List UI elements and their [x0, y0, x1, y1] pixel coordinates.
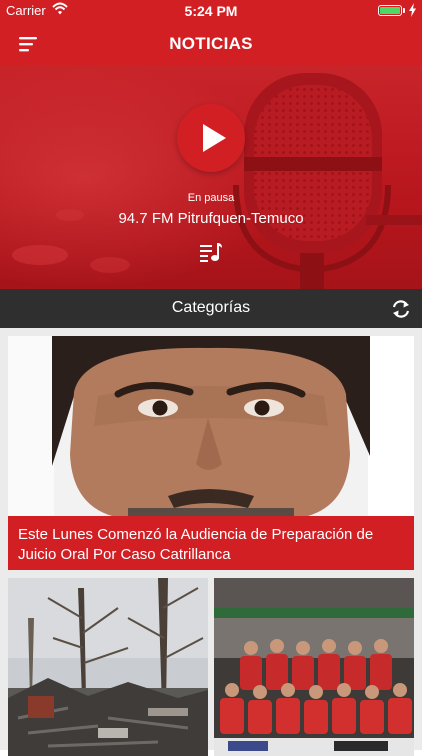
featured-news-photo — [8, 336, 414, 516]
nav-bar: NOTICIAS — [0, 22, 422, 65]
news-card[interactable] — [214, 578, 414, 756]
categories-bar[interactable]: Categorías — [0, 289, 422, 328]
play-icon — [203, 124, 226, 152]
status-bar: Carrier 5:24 PM — [0, 0, 422, 22]
news-feed: Este Lunes Comenzó la Audiencia de Prepa… — [0, 328, 422, 756]
battery-icon — [378, 5, 402, 16]
radio-player: En pausa 94.7 FM Pitrufquen-Temuco — [0, 65, 422, 289]
featured-news-headline: Este Lunes Comenzó la Audiencia de Prepa… — [8, 516, 414, 570]
page-title: NOTICIAS — [169, 34, 253, 53]
playback-state: En pausa — [187, 192, 235, 204]
news-card-photo — [8, 578, 208, 756]
news-card-photo — [214, 578, 414, 756]
categories-title: Categorías — [171, 299, 251, 316]
charging-bolt-icon — [409, 3, 416, 17]
playlist-icon[interactable] — [199, 241, 223, 263]
battery-tip — [403, 8, 405, 13]
play-button[interactable] — [177, 104, 245, 172]
refresh-icon[interactable] — [390, 298, 412, 320]
clock: 5:24 PM — [184, 3, 238, 19]
news-card[interactable] — [8, 578, 208, 756]
featured-news-card[interactable]: Este Lunes Comenzó la Audiencia de Prepa… — [8, 336, 414, 570]
station-name: 94.7 FM Pitrufquen-Temuco — [118, 210, 304, 227]
